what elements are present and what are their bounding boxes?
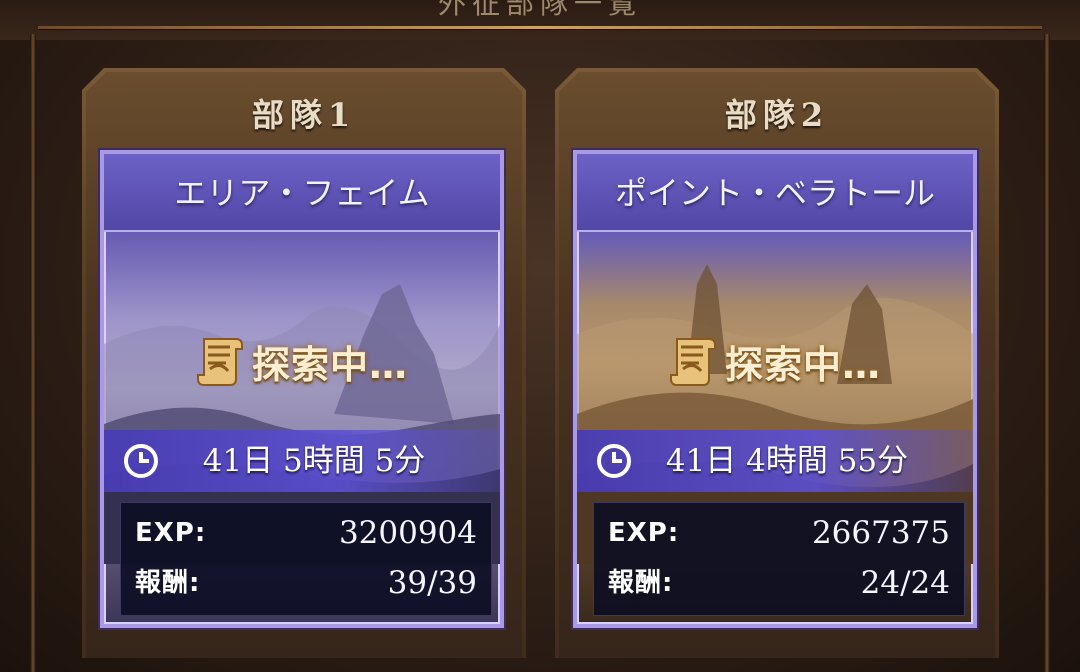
header-band: 外征部隊一覧 <box>0 0 1080 40</box>
scroll-icon <box>196 337 243 386</box>
exp-row: EXP: 2667375 <box>608 509 950 557</box>
expedition-card[interactable]: ポイント・ベラトール 探索中… 41日 4時間 55分 EXP: 2667375… <box>573 150 977 628</box>
party-name: 部隊1 <box>251 96 357 134</box>
right-frame-edge <box>1044 34 1050 672</box>
party-panel-1[interactable]: 部隊1 エリア・フェイム 探索中… 41日 5時間 5分 EXP: 320090… <box>82 68 526 658</box>
time-remaining: 41日 4時間 55分 <box>665 443 909 479</box>
reward-value: 39/39 <box>387 565 477 601</box>
screen-title: 外征部隊一覧 <box>437 0 642 20</box>
party-panel-2[interactable]: 部隊2 ポイント・ベラトール 探索中… 41日 4時間 55分 EXP: 266… <box>555 68 999 658</box>
reward-row: 報酬: 24/24 <box>608 559 950 607</box>
stats-panel: EXP: 2667375 報酬: 24/24 <box>593 502 965 616</box>
expedition-card[interactable]: エリア・フェイム 探索中… 41日 5時間 5分 EXP: 3200904 報酬… <box>100 150 504 628</box>
area-name: ポイント・ベラトール <box>577 154 973 232</box>
clock-icon <box>124 444 158 478</box>
header-divider <box>38 26 1042 29</box>
timer-bar: 41日 4時間 55分 <box>577 430 973 492</box>
status-label: 探索中… <box>251 343 408 387</box>
status-label: 探索中… <box>724 343 881 387</box>
area-name: エリア・フェイム <box>104 154 500 232</box>
timer-bar: 41日 5時間 5分 <box>104 430 500 492</box>
reward-row: 報酬: 39/39 <box>135 559 477 607</box>
exp-label: EXP: <box>135 518 207 548</box>
status-row: 探索中… <box>577 334 973 389</box>
left-frame-edge <box>30 34 36 672</box>
clock-icon <box>597 444 631 478</box>
exp-label: EXP: <box>608 518 680 548</box>
status-row: 探索中… <box>104 334 500 389</box>
scroll-icon <box>669 337 716 386</box>
reward-value: 24/24 <box>860 565 950 601</box>
exp-value: 3200904 <box>338 515 477 551</box>
reward-label: 報酬: <box>135 568 201 598</box>
exp-row: EXP: 3200904 <box>135 509 477 557</box>
exp-value: 2667375 <box>811 515 950 551</box>
party-name: 部隊2 <box>724 96 830 134</box>
reward-label: 報酬: <box>608 568 674 598</box>
time-remaining: 41日 5時間 5分 <box>202 443 426 479</box>
stats-panel: EXP: 3200904 報酬: 39/39 <box>120 502 492 616</box>
